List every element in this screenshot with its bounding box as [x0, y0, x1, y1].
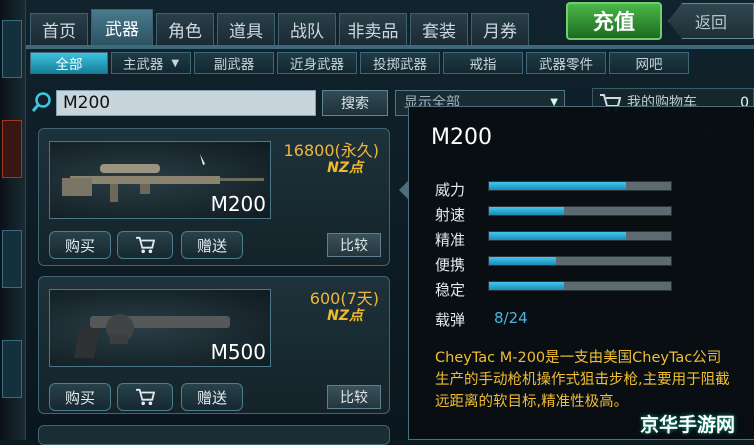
- search-icon: [31, 92, 51, 112]
- weapon-subtabs: 全部 主武器 ▼ 副武器 近身武器 投掷武器 戒指 武器零件 网吧: [30, 52, 689, 74]
- gift-button[interactable]: 赠送: [181, 383, 243, 411]
- tab-not-for-sale[interactable]: 非卖品: [339, 13, 407, 45]
- caret-down-icon: ▼: [171, 57, 180, 69]
- stat-fill: [489, 182, 626, 190]
- add-to-cart-button[interactable]: [117, 231, 173, 259]
- side-tile[interactable]: [2, 340, 22, 398]
- stat-fill: [489, 207, 564, 215]
- subtab-primary[interactable]: 主武器 ▼: [111, 52, 191, 74]
- subtab-label: 全部: [55, 57, 83, 73]
- item-name: M500: [210, 340, 266, 364]
- item-description: CheyTac M-200是一支由美国CheyTac公司生产的手动枪机操作式狙击…: [435, 350, 730, 410]
- ammo-label: 载弹: [435, 311, 466, 329]
- subtab-label: 武器零件: [539, 57, 593, 73]
- stat-bar-stability: [488, 281, 672, 291]
- subtab-internet-cafe[interactable]: 网吧: [609, 52, 689, 74]
- buy-button[interactable]: 购买: [49, 383, 111, 411]
- tab-home[interactable]: 首页: [30, 13, 88, 45]
- tab-characters[interactable]: 角色: [156, 13, 214, 45]
- ammo-value: 8/24: [494, 309, 528, 327]
- subtab-secondary[interactable]: 副武器: [194, 52, 274, 74]
- tab-weapons[interactable]: 武器: [91, 9, 153, 45]
- compare-button[interactable]: 比较: [327, 385, 381, 409]
- stat-bar-rate-of-fire: [488, 206, 672, 216]
- stat-fill: [489, 257, 557, 265]
- subtab-melee[interactable]: 近身武器: [277, 52, 357, 74]
- stat-label-portability: 便携: [435, 256, 466, 274]
- stat-label-accuracy: 精准: [435, 231, 466, 249]
- item-detail-popover: M200 威力 射速 精准 便携 稳定 载弹 8/24 CheyTac M-20…: [408, 106, 754, 440]
- tab-clan[interactable]: 战队: [278, 13, 336, 45]
- gift-button[interactable]: 赠送: [181, 231, 243, 259]
- item-thumbnail[interactable]: M200: [49, 141, 271, 219]
- currency-label: NZ点: [327, 160, 363, 176]
- stat-fill: [489, 232, 626, 240]
- subtab-label: 副武器: [213, 57, 255, 73]
- subtab-label: 近身武器: [290, 57, 344, 73]
- item-card[interactable]: [38, 425, 390, 445]
- side-tile[interactable]: [2, 230, 22, 288]
- item-card[interactable]: M200 16800(永久) NZ点 购买 赠送 比较: [38, 128, 390, 266]
- buy-button[interactable]: 购买: [49, 231, 111, 259]
- stat-bar-portability: [488, 256, 672, 266]
- tab-items[interactable]: 道具: [217, 13, 275, 45]
- stat-label-power: 威力: [435, 181, 466, 199]
- tab-underline: [26, 45, 754, 49]
- stat-fill: [489, 282, 564, 290]
- search-button[interactable]: 搜索: [322, 90, 388, 116]
- subtab-label: 戒指: [469, 57, 497, 73]
- stat-bar-accuracy: [488, 231, 672, 241]
- search-input[interactable]: M200: [56, 90, 316, 116]
- main-tabs: 首页 武器 角色 道具 战队 非卖品 套装 月券: [30, 9, 529, 45]
- subtab-label: 网吧: [635, 57, 663, 73]
- subtab-throwing[interactable]: 投掷武器: [360, 52, 440, 74]
- detail-title: M200: [431, 125, 492, 150]
- add-to-cart-button[interactable]: [117, 383, 173, 411]
- shop-window: 首页 武器 角色 道具 战队 非卖品 套装 月券 充值 返回 全部 主武器 ▼ 副…: [0, 0, 754, 445]
- stat-bar-power: [488, 181, 672, 191]
- subtab-weapon-parts[interactable]: 武器零件: [526, 52, 606, 74]
- cart-icon: [136, 236, 155, 254]
- recharge-button[interactable]: 充值: [566, 2, 662, 40]
- stat-label-rate-of-fire: 射速: [435, 206, 466, 224]
- left-strip: [0, 0, 26, 440]
- item-name: M200: [210, 192, 266, 216]
- back-button[interactable]: 返回: [668, 3, 754, 39]
- subtab-rings[interactable]: 戒指: [443, 52, 523, 74]
- item-card[interactable]: M500 600(7天) NZ点 购买 赠送 比较: [38, 276, 390, 414]
- currency-label: NZ点: [327, 308, 363, 324]
- subtab-all[interactable]: 全部: [30, 52, 108, 74]
- cart-icon: [136, 388, 155, 406]
- compare-button[interactable]: 比较: [327, 233, 381, 257]
- side-tile[interactable]: [2, 20, 22, 78]
- subtab-label: 主武器: [122, 57, 164, 73]
- subtab-label: 投掷武器: [373, 57, 427, 73]
- item-thumbnail[interactable]: M500: [49, 289, 271, 367]
- side-tile[interactable]: [2, 120, 22, 178]
- tab-sets[interactable]: 套装: [410, 13, 468, 45]
- stat-label-stability: 稳定: [435, 281, 466, 299]
- watermark-text: 京华手游网: [640, 414, 736, 436]
- tab-monthly-coupons[interactable]: 月券: [471, 13, 529, 45]
